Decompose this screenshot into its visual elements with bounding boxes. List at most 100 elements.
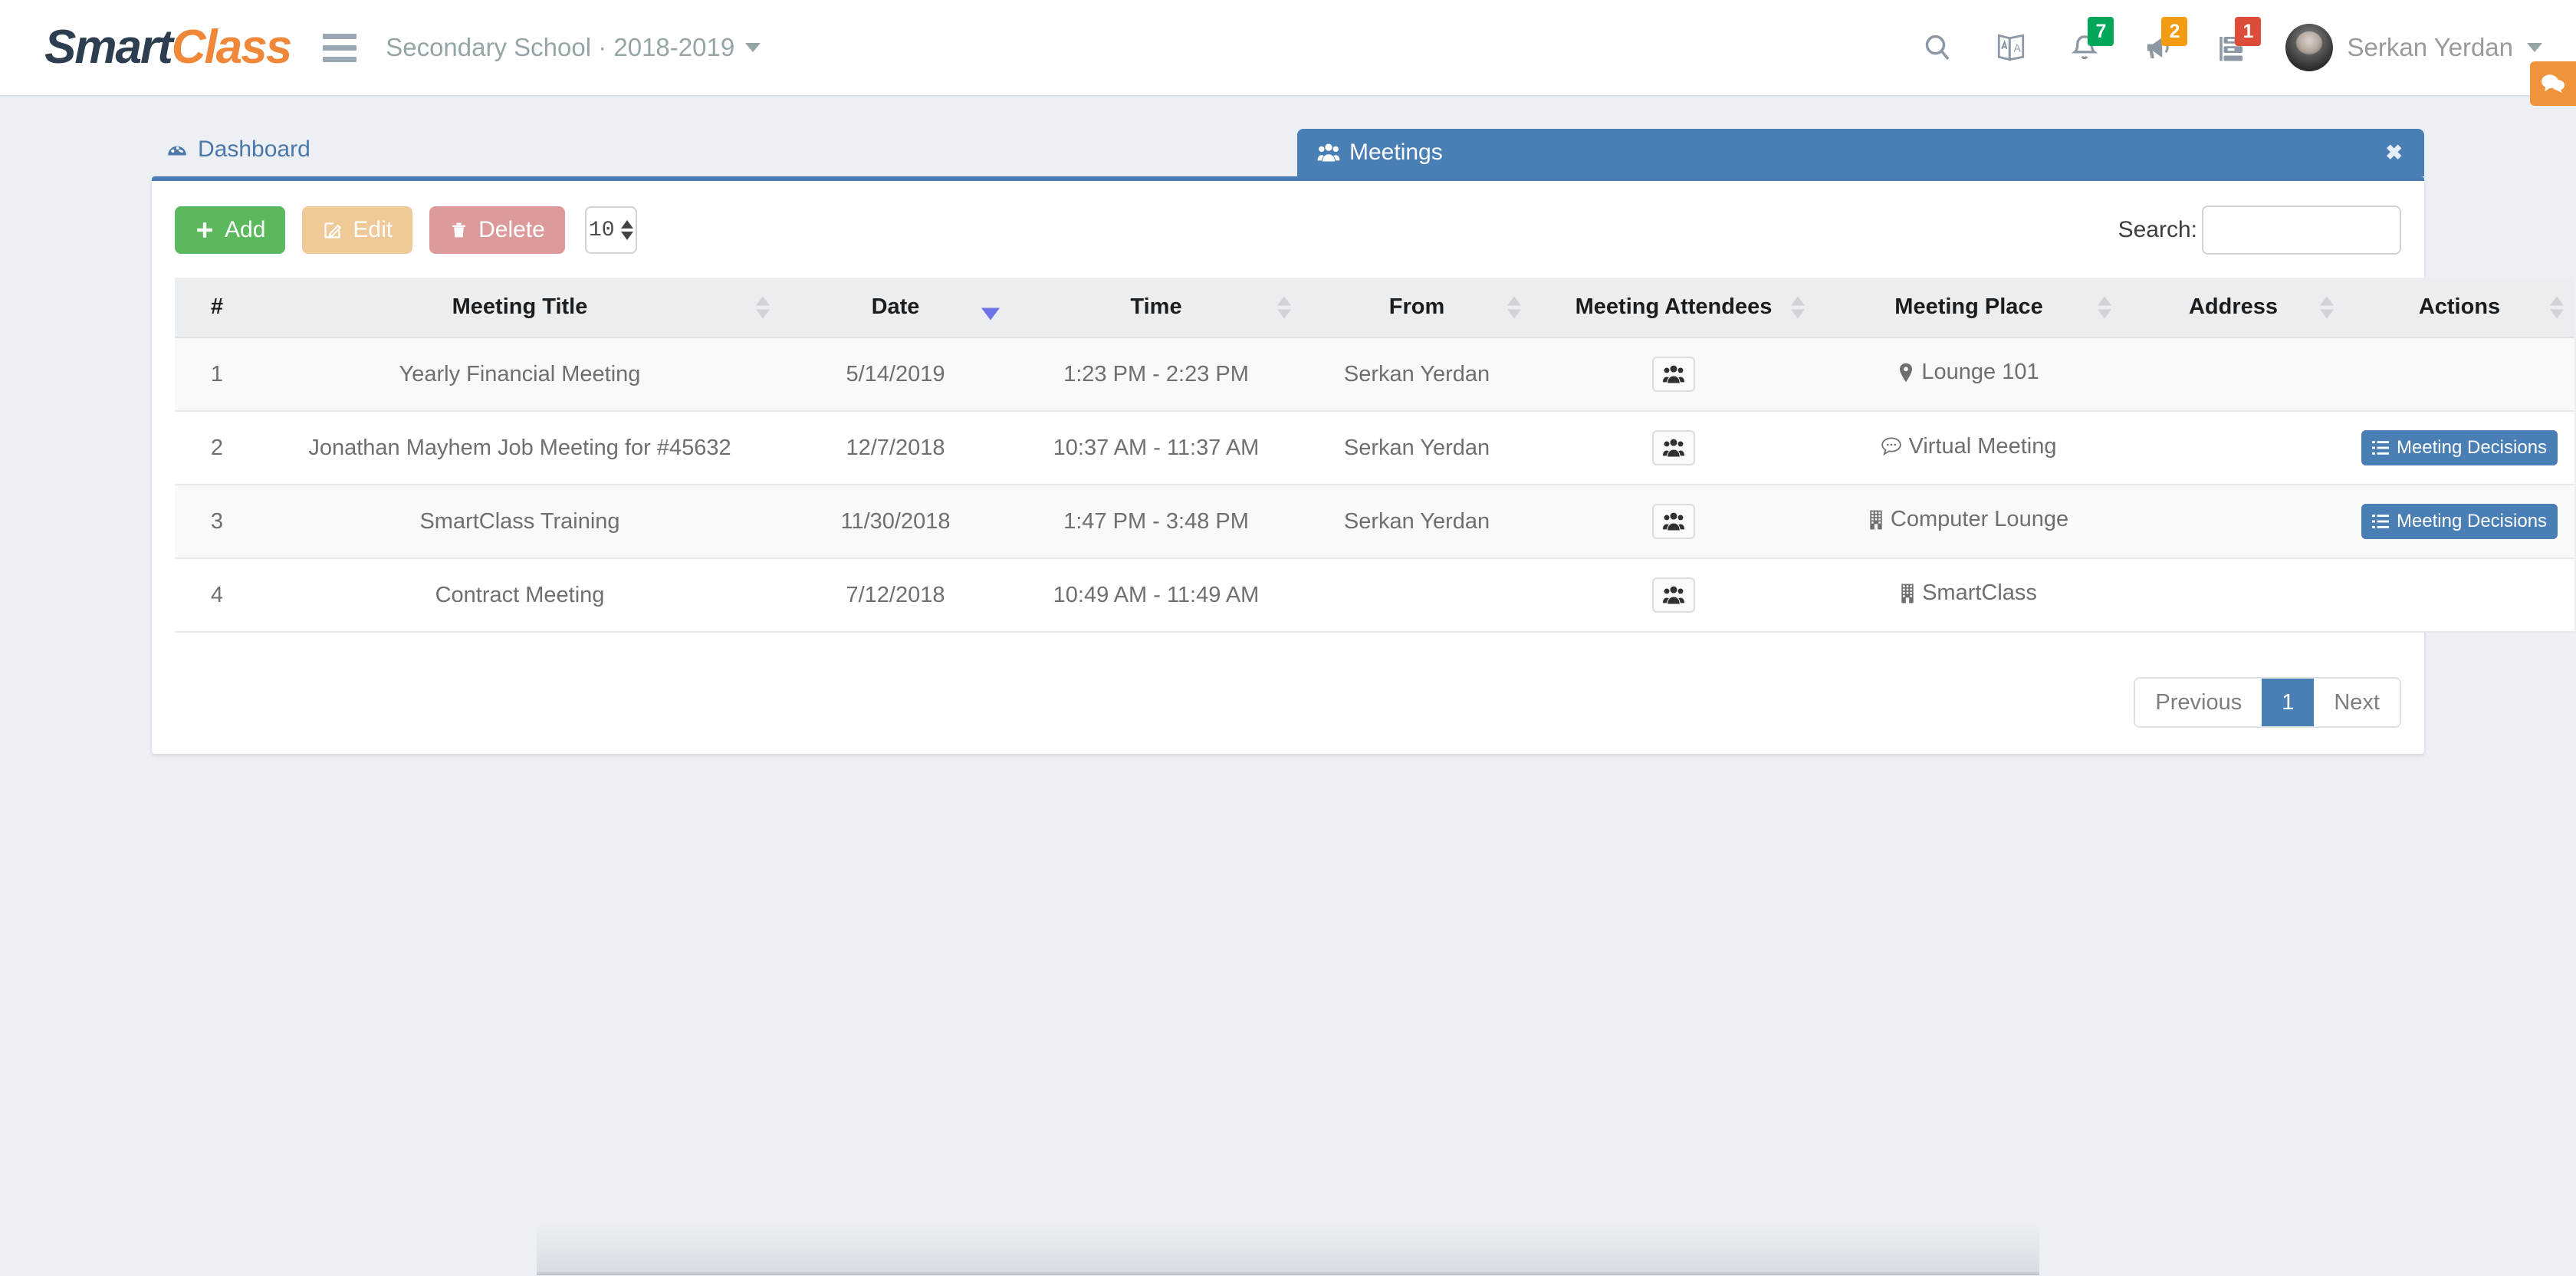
chevron-down-icon: [2527, 43, 2542, 52]
place-value: Lounge 101: [1898, 360, 2039, 385]
school-year-selector[interactable]: Secondary School · 2018-2019: [386, 33, 761, 62]
attendees-button[interactable]: [1652, 504, 1695, 539]
logo-text-class: Class: [171, 21, 292, 74]
place-value: Computer Lounge: [1869, 507, 2068, 532]
tab-dashboard[interactable]: Dashboard: [166, 136, 310, 176]
column-label: Meeting Title: [452, 294, 588, 319]
school-year-label: Secondary School · 2018-2019: [386, 33, 735, 61]
close-icon[interactable]: ✖: [2385, 141, 2403, 165]
cell-address: [2122, 558, 2344, 633]
search-button[interactable]: [1901, 9, 1974, 86]
table-head: # Meeting Title Date Time From Meeting A…: [175, 278, 2574, 338]
sort-arrows-icon: [2550, 296, 2564, 318]
cell-attendees: [1532, 337, 1815, 412]
top-navbar: Smart Class Secondary School · 2018-2019 …: [0, 0, 2576, 95]
map-marker-icon: [1900, 363, 1913, 383]
cell-num: 2: [175, 411, 259, 485]
cell-attendees: [1532, 411, 1815, 485]
cell-date: 5/14/2019: [780, 337, 1010, 412]
column-header-date[interactable]: Date: [780, 278, 1010, 338]
column-header-time[interactable]: Time: [1010, 278, 1302, 338]
edit-pencil-icon: [324, 222, 342, 238]
column-header-title[interactable]: Meeting Title: [259, 278, 780, 338]
announcements-button[interactable]: 2: [2121, 9, 2195, 86]
attendees-button[interactable]: [1652, 577, 1695, 613]
column-header-actions[interactable]: Actions: [2344, 278, 2574, 338]
user-menu[interactable]: Serkan Yerdan: [2285, 24, 2550, 71]
search-container: Search:: [2118, 206, 2401, 255]
column-label: Meeting Attendees: [1575, 294, 1773, 319]
column-label: #: [210, 294, 224, 319]
meetings-table: # Meeting Title Date Time From Meeting A…: [175, 278, 2574, 633]
tab-dashboard-label: Dashboard: [198, 136, 310, 162]
cell-attendees: [1532, 558, 1815, 633]
column-label: From: [1388, 294, 1445, 319]
table-row[interactable]: 2 Jonathan Mayhem Job Meeting for #45632 1…: [175, 411, 2574, 485]
cell-address: [2122, 337, 2344, 412]
page-length-stepper[interactable]: 10: [584, 206, 637, 254]
cell-date: 12/7/2018: [780, 411, 1010, 485]
column-header-place[interactable]: Meeting Place: [1815, 278, 2122, 338]
cell-time: 10:49 AM - 11:49 AM: [1010, 558, 1302, 633]
cell-actions: [2344, 337, 2574, 412]
sort-arrows-icon: [2098, 296, 2111, 318]
cell-actions: [2344, 558, 2574, 633]
add-button-label: Add: [225, 217, 266, 242]
pagination-next[interactable]: Next: [2314, 679, 2400, 726]
comment-icon: [1881, 437, 1901, 456]
chat-widget-button[interactable]: [2530, 61, 2576, 106]
tasks-button[interactable]: 1: [2195, 9, 2269, 86]
list-ol-icon: [2371, 515, 2389, 528]
table-row[interactable]: 1 Yearly Financial Meeting 5/14/2019 1:23 P…: [175, 337, 2574, 412]
sort-arrows-icon: [756, 296, 770, 318]
avatar: [2285, 24, 2334, 71]
search-input[interactable]: [2202, 206, 2401, 255]
column-header-from[interactable]: From: [1302, 278, 1532, 338]
table-toolbar: Add Edit Delete 10 Search:: [175, 202, 2401, 258]
edit-button[interactable]: Edit: [302, 206, 413, 254]
users-icon: [1662, 586, 1685, 604]
users-icon: [1662, 439, 1685, 457]
attendees-button[interactable]: [1652, 357, 1695, 392]
table-row[interactable]: 3 SmartClass Training 11/30/2018 1:47 PM - …: [175, 485, 2574, 559]
notifications-badge: 7: [2088, 17, 2114, 46]
cell-title: Jonathan Mayhem Job Meeting for #45632: [259, 411, 780, 485]
chat-bubble-icon: [2542, 74, 2564, 94]
meeting-decisions-button[interactable]: Meeting Decisions: [2361, 430, 2558, 465]
sort-arrows-icon-desc: [981, 294, 1000, 320]
sort-arrows-icon: [1277, 296, 1291, 318]
app-logo[interactable]: Smart Class: [44, 21, 292, 74]
cell-num: 1: [175, 337, 259, 412]
hamburger-bar: [323, 44, 357, 51]
cell-time: 10:37 AM - 11:37 AM: [1010, 411, 1302, 485]
meeting-decisions-button[interactable]: Meeting Decisions: [2361, 504, 2558, 539]
svg-text:A: A: [2014, 41, 2022, 54]
column-label: Time: [1130, 294, 1182, 319]
announcements-badge: 2: [2161, 17, 2188, 46]
delete-button[interactable]: Delete: [429, 206, 565, 254]
cell-num: 4: [175, 558, 259, 633]
table-row[interactable]: 4 Contract Meeting 7/12/2018 10:49 AM - 11:…: [175, 558, 2574, 633]
add-button[interactable]: Add: [175, 206, 286, 254]
translate-button[interactable]: A: [1974, 9, 2048, 86]
navbar-right-actions: A 7 2 1 Serkan Yerdan: [1901, 9, 2550, 86]
translate-icon: A: [1998, 34, 2025, 61]
cell-attendees: [1532, 485, 1815, 559]
sort-arrows-icon: [2320, 296, 2334, 318]
hamburger-menu-icon[interactable]: [323, 33, 357, 62]
attendees-button[interactable]: [1652, 430, 1695, 465]
notifications-button[interactable]: 7: [2048, 9, 2121, 86]
cell-from: Serkan Yerdan: [1302, 485, 1532, 559]
column-header-num[interactable]: #: [175, 278, 259, 338]
tab-meetings[interactable]: Meetings ✖: [1297, 129, 2424, 176]
page-length-value: 10: [589, 218, 615, 242]
search-icon: [1926, 35, 1950, 61]
column-header-attendees[interactable]: Meeting Attendees: [1532, 278, 1815, 338]
hamburger-bar: [323, 33, 357, 39]
pagination-previous[interactable]: Previous: [2135, 679, 2262, 726]
search-label: Search:: [2118, 217, 2197, 242]
column-header-address[interactable]: Address: [2122, 278, 2344, 338]
users-icon: [1317, 143, 1340, 162]
pagination-page-1[interactable]: 1: [2262, 679, 2315, 726]
delete-button-label: Delete: [478, 217, 545, 242]
